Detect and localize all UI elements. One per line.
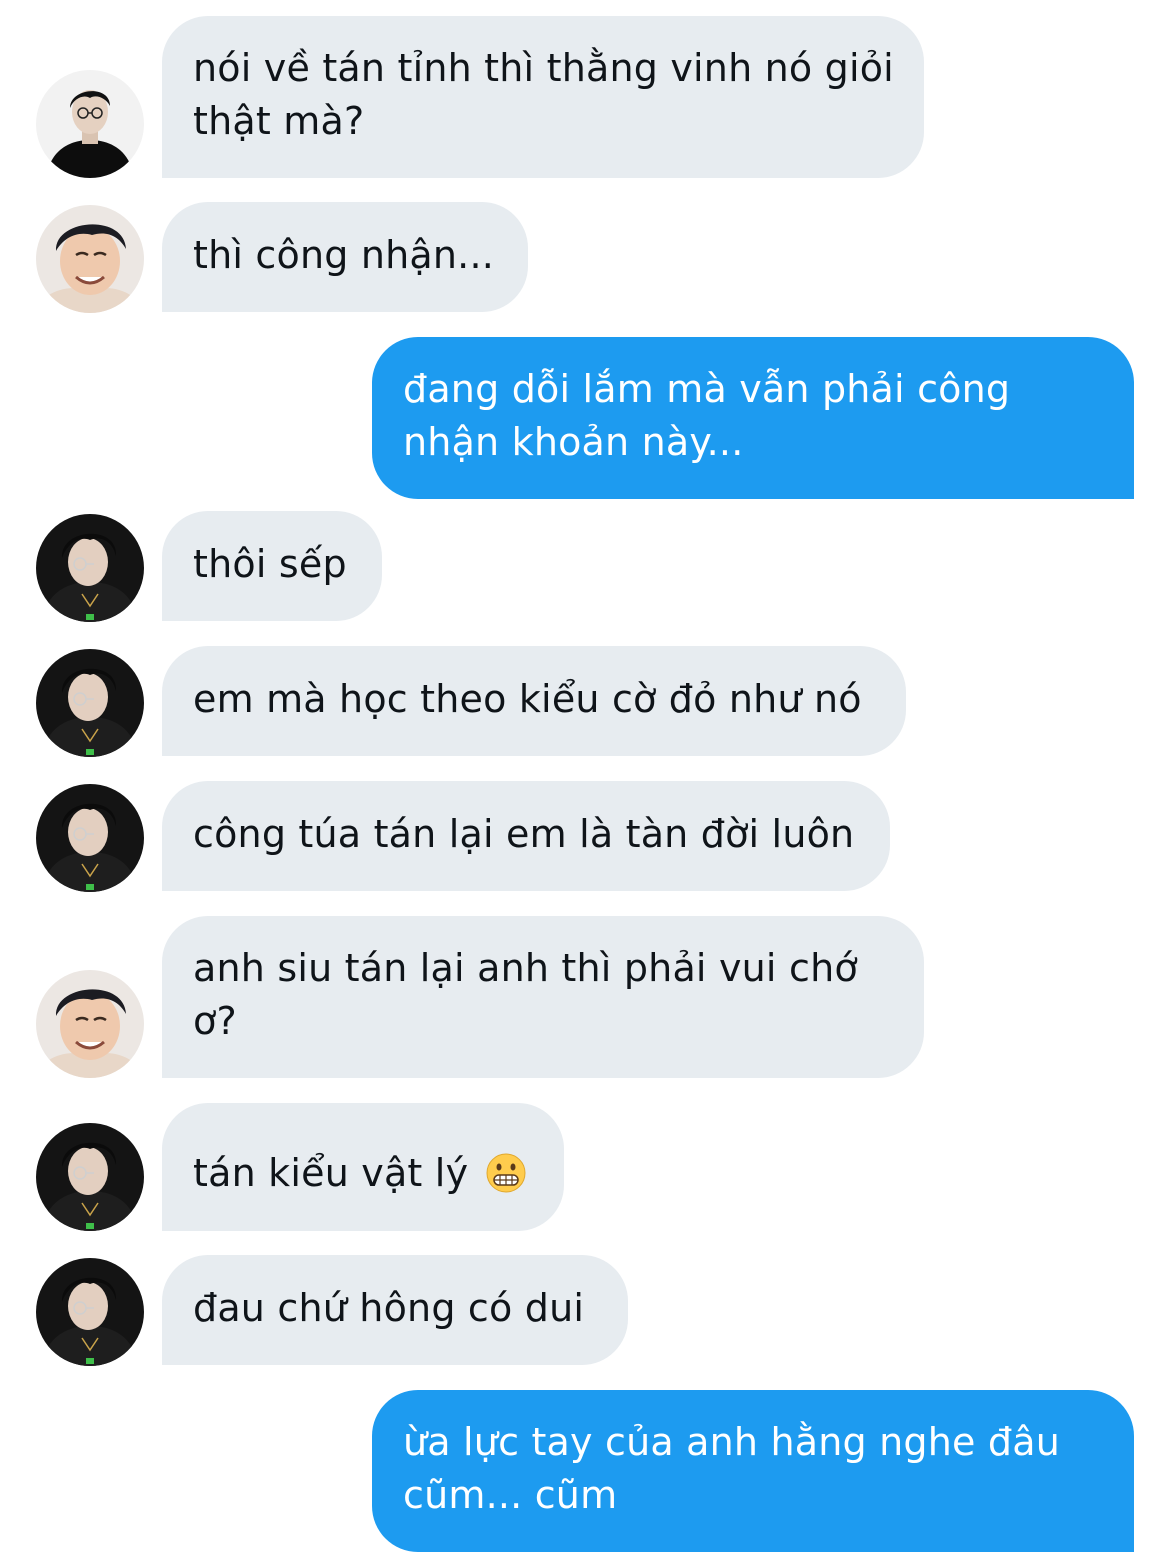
- message-bubble-outgoing[interactable]: ừa lực tay của anh hằng nghe đâu cũm... …: [372, 1390, 1134, 1552]
- message-bubble-incoming[interactable]: tán kiểu vật lý: [162, 1103, 564, 1231]
- avatar-boy-glasses-hoodie-icon: [36, 1258, 144, 1366]
- avatar[interactable]: [36, 784, 144, 892]
- avatar-boy-smiling-icon: [36, 970, 144, 1078]
- message-bubble-incoming[interactable]: nói về tán tỉnh thì thằng vinh nó giỏi t…: [162, 16, 924, 178]
- message-text: em mà học theo kiểu cờ đỏ như nó: [193, 677, 862, 721]
- avatar-boy-glasses-hoodie-icon: [36, 514, 144, 622]
- message-text: ừa lực tay của anh hằng nghe đâu cũm... …: [403, 1420, 1060, 1517]
- message-bubble-incoming[interactable]: anh siu tán lại anh thì phải vui chớ ơ?: [162, 916, 924, 1078]
- message-bubble-incoming[interactable]: đau chứ hông có dui: [162, 1255, 628, 1365]
- message-text: anh siu tán lại anh thì phải vui chớ ơ?: [193, 946, 858, 1043]
- message-bubble-incoming[interactable]: công túa tán lại em là tàn đời luôn: [162, 781, 890, 891]
- message-bubble-incoming[interactable]: thì công nhận...: [162, 202, 528, 312]
- message-text: công túa tán lại em là tàn đời luôn: [193, 812, 855, 856]
- grimacing-face-icon: [486, 1153, 526, 1193]
- avatar-boy-glasses-hoodie-icon: [36, 1123, 144, 1231]
- avatar[interactable]: [36, 1123, 144, 1231]
- message-text: đau chứ hông có dui: [193, 1286, 585, 1330]
- message-text: thì công nhận...: [193, 233, 495, 277]
- message-text: thôi sếp: [193, 542, 347, 586]
- avatar[interactable]: [36, 1258, 144, 1366]
- avatar[interactable]: [36, 970, 144, 1078]
- avatar-boy-smiling-icon: [36, 205, 144, 313]
- avatar-boy-glasses-hoodie-icon: [36, 649, 144, 757]
- message-text: nói về tán tỉnh thì thằng vinh nó giỏi t…: [193, 46, 894, 143]
- avatar[interactable]: [36, 70, 144, 178]
- message-bubble-incoming[interactable]: em mà học theo kiểu cờ đỏ như nó: [162, 646, 906, 756]
- avatar[interactable]: [36, 205, 144, 313]
- avatar-boy-black-sweater-icon: [36, 70, 144, 178]
- message-bubble-outgoing[interactable]: đang dỗi lắm mà vẫn phải công nhận khoản…: [372, 337, 1134, 499]
- avatar[interactable]: [36, 649, 144, 757]
- message-text: đang dỗi lắm mà vẫn phải công nhận khoản…: [403, 367, 1011, 464]
- avatar-boy-glasses-hoodie-icon: [36, 784, 144, 892]
- message-bubble-incoming[interactable]: thôi sếp: [162, 511, 382, 621]
- avatar[interactable]: [36, 514, 144, 622]
- message-text: tán kiểu vật lý: [193, 1151, 469, 1195]
